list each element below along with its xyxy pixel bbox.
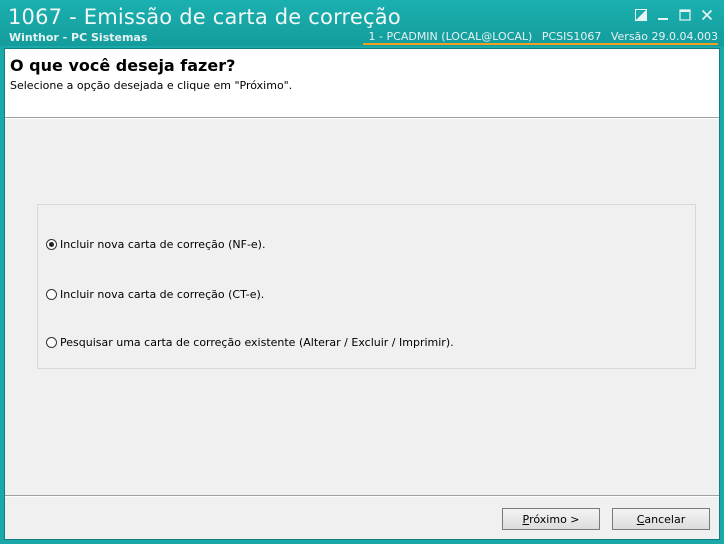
page-title: O que você deseja fazer? bbox=[10, 56, 236, 75]
option-cte-label: Incluir nova carta de correção (CT-e). bbox=[60, 288, 265, 301]
window-title: 1067 - Emissão de carta de correção bbox=[8, 5, 401, 29]
wizard-client-area: O que você deseja fazer? Selecione a opç… bbox=[4, 48, 720, 540]
radio-cte[interactable] bbox=[46, 289, 57, 300]
option-cte[interactable]: Incluir nova carta de correção (CT-e). bbox=[46, 288, 264, 301]
radio-nfe[interactable] bbox=[46, 239, 57, 250]
cancel-button-label: ancelar bbox=[644, 512, 686, 526]
session-user: 1 - PCADMIN (LOCAL@LOCAL) bbox=[368, 30, 533, 43]
window-controls bbox=[630, 5, 718, 25]
cancel-button-accel: C bbox=[636, 512, 645, 526]
app-window: 1067 - Emissão de carta de correção Wint… bbox=[0, 0, 724, 544]
next-button[interactable]: Próximo > bbox=[502, 508, 600, 530]
option-nfe[interactable]: Incluir nova carta de correção (NF-e). bbox=[46, 238, 265, 251]
session-program: PCSIS1067 bbox=[541, 30, 602, 43]
minimize-icon[interactable] bbox=[652, 5, 674, 25]
page-instructions: Selecione a opção desejada e clique em "… bbox=[10, 79, 293, 92]
cancel-button[interactable]: Cancelar bbox=[612, 508, 710, 530]
session-version: Versão 29.0.04.003 bbox=[610, 30, 718, 43]
option-search-label: Pesquisar uma carta de correção existent… bbox=[60, 336, 454, 349]
maximize-icon[interactable] bbox=[674, 5, 696, 25]
wizard-header: O que você deseja fazer? Selecione a opç… bbox=[5, 49, 719, 117]
title-bar[interactable]: 1067 - Emissão de carta de correção Wint… bbox=[0, 0, 724, 46]
next-button-label: róximo > bbox=[529, 512, 580, 526]
close-icon[interactable] bbox=[696, 5, 718, 25]
footer-divider-highlight bbox=[5, 496, 719, 497]
restore-icon[interactable] bbox=[630, 5, 652, 25]
radio-search[interactable] bbox=[46, 337, 57, 348]
option-search[interactable]: Pesquisar uma carta de correção existent… bbox=[46, 336, 454, 349]
options-panel: Incluir nova carta de correção (NF-e). I… bbox=[37, 204, 696, 369]
header-divider-highlight bbox=[5, 118, 719, 119]
session-info: 1 - PCADMIN (LOCAL@LOCAL) PCSIS1067 Vers… bbox=[362, 30, 718, 45]
option-nfe-label: Incluir nova carta de correção (NF-e). bbox=[60, 238, 266, 251]
window-subtitle: Winthor - PC Sistemas bbox=[9, 31, 148, 44]
next-button-accel: P bbox=[522, 512, 530, 526]
